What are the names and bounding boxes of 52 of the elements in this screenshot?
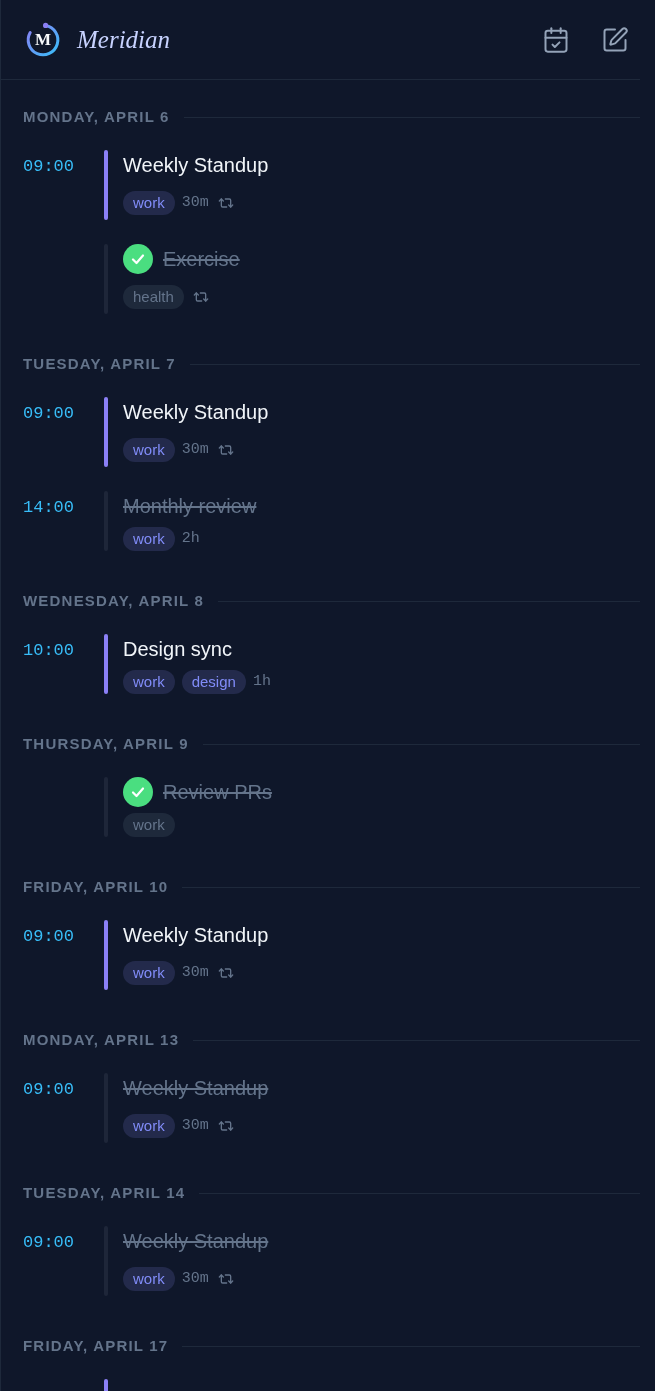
tag-chip: work: [123, 1114, 175, 1138]
tag-chip: work: [123, 191, 175, 215]
event-duration: 2h: [181, 529, 200, 549]
day-heading: MONDAY, APRIL 6: [23, 108, 170, 126]
tag-chip: health: [123, 285, 184, 309]
day-heading: MONDAY, APRIL 13: [23, 1031, 180, 1049]
tag-chip: work: [123, 1267, 175, 1291]
tag-chip: work: [123, 670, 175, 694]
accent-bar: [104, 920, 108, 990]
event-time: 09:00: [23, 1233, 74, 1252]
event-time: 10:00: [23, 641, 74, 660]
event-title: Review PRs: [163, 780, 272, 805]
day-heading: TUESDAY, APRIL 14: [23, 1184, 186, 1202]
day-heading: FRIDAY, APRIL 17: [23, 1337, 169, 1355]
tag-chip: work: [123, 438, 175, 462]
tag-chip: work: [123, 961, 175, 985]
logo-ring-icon: [25, 21, 61, 58]
event-title: Design sync: [123, 637, 232, 662]
app-name: Meridian: [77, 25, 171, 54]
event-time: 14:00: [23, 498, 74, 517]
event-duration: 30m: [181, 963, 209, 983]
event-title: Weekly Standup: [123, 1076, 269, 1101]
event-title: Weekly Standup: [123, 400, 269, 425]
accent-bar: [104, 634, 108, 694]
tag-chip: design: [181, 670, 246, 694]
accent-bar: [104, 397, 108, 467]
event-time: 09:00: [23, 1080, 74, 1099]
day-heading: TUESDAY, APRIL 7: [23, 355, 176, 373]
event-title: Monthly review: [123, 494, 257, 519]
accent-bar: [104, 150, 108, 220]
day-heading: WEDNESDAY, APRIL 8: [23, 592, 205, 610]
event-duration: 1h: [252, 672, 271, 692]
edit-icon[interactable]: [601, 25, 629, 54]
event-duration: 30m: [181, 1269, 209, 1289]
check-circle-icon[interactable]: [123, 777, 153, 807]
event-title: Exercise: [163, 247, 240, 272]
event-duration: 30m: [181, 1116, 209, 1136]
event-title: Weekly Standup: [123, 923, 269, 948]
check-circle-icon[interactable]: [123, 244, 153, 274]
event-duration: 30m: [181, 440, 209, 460]
event-time: 09:00: [23, 927, 74, 946]
event-title: Weekly Standup: [123, 1229, 269, 1254]
tag-chip: work: [123, 813, 175, 837]
event-duration: 30m: [181, 193, 209, 213]
event-title: Weekly Standup: [123, 153, 269, 178]
event-time: 09:00: [23, 404, 74, 423]
day-heading: THURSDAY, APRIL 9: [23, 735, 189, 753]
tag-chip: work: [123, 527, 175, 551]
day-heading: FRIDAY, APRIL 10: [23, 878, 169, 896]
logo-letter: M: [34, 31, 51, 48]
event-time: 09:00: [23, 157, 74, 176]
calendar-check-icon[interactable]: [542, 25, 570, 54]
